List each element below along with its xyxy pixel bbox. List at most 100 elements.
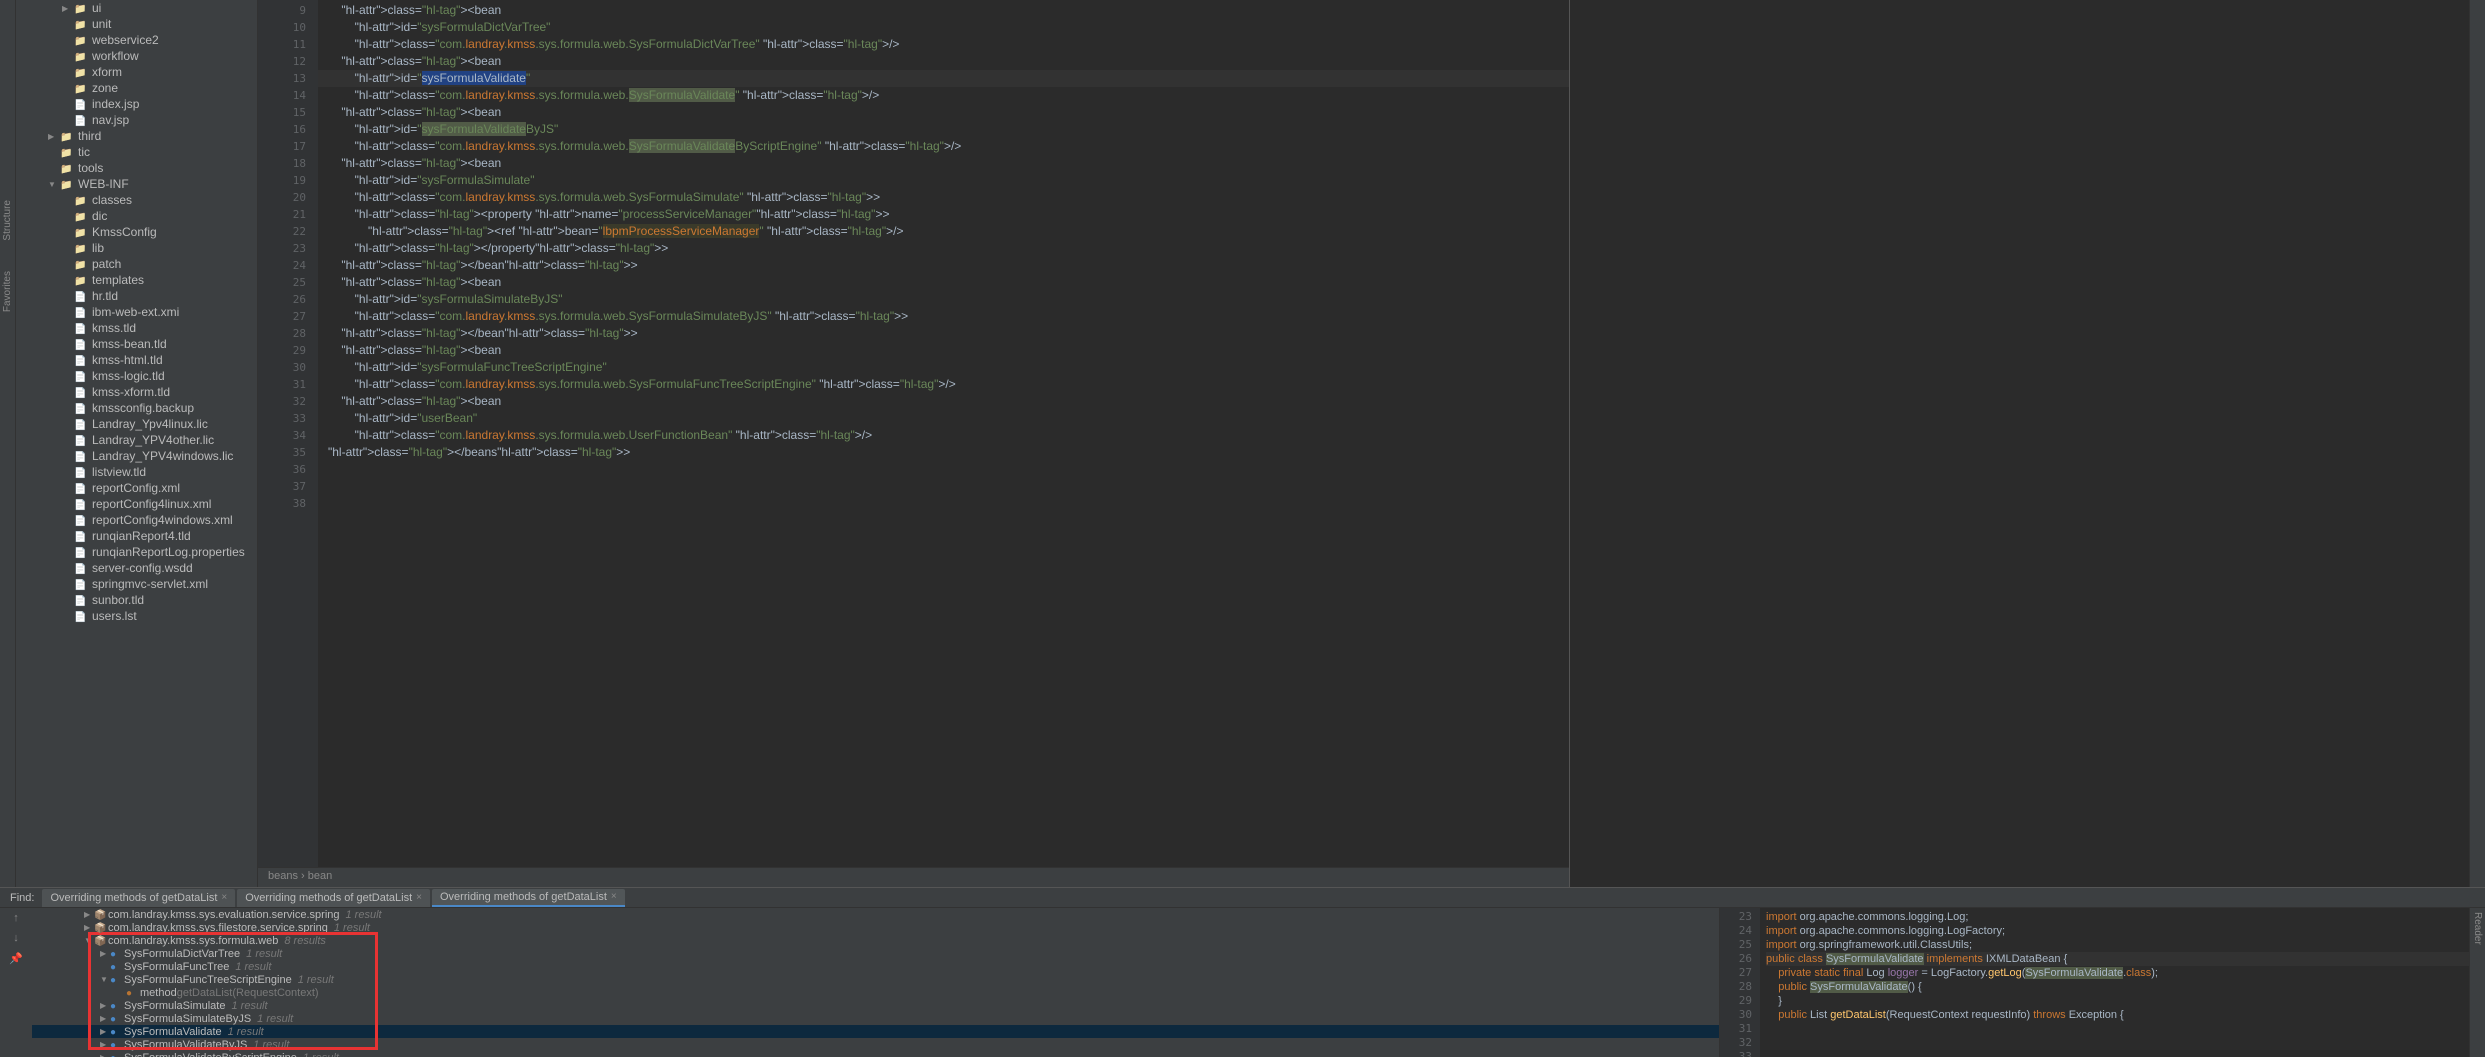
pin-icon[interactable]: 📌 — [9, 952, 23, 965]
tool-window-bar-left[interactable]: Structure Favorites — [0, 0, 16, 887]
tree-item[interactable]: server-config.wsdd — [16, 560, 257, 576]
find-results[interactable]: ▶com.landray.kmss.sys.evaluation.service… — [32, 908, 1719, 1057]
tree-item[interactable]: dic — [16, 208, 257, 224]
find-result-item[interactable]: ▶SysFormulaValidateByJS1 result — [32, 1038, 1719, 1051]
tree-item[interactable]: Landray_Ypv4linux.lic — [16, 416, 257, 432]
find-preview[interactable]: 2324252627282930313233 import org.apache… — [1719, 908, 2469, 1057]
tree-item[interactable]: ▼WEB-INF — [16, 176, 257, 192]
find-tab[interactable]: Overriding methods of getDataList× — [42, 889, 235, 907]
tree-item[interactable]: listview.tld — [16, 464, 257, 480]
tree-item[interactable]: xform — [16, 64, 257, 80]
pkg-icon — [94, 935, 108, 947]
result-count: 1 result — [334, 922, 370, 934]
tree-item[interactable]: lib — [16, 240, 257, 256]
tree-item[interactable]: workflow — [16, 48, 257, 64]
find-result-item[interactable]: ▶com.landray.kmss.sys.filestore.service.… — [32, 921, 1719, 934]
tree-item[interactable]: kmss-xform.tld — [16, 384, 257, 400]
class-icon — [110, 974, 124, 986]
file-icon — [74, 545, 88, 559]
tool-window-bar-right[interactable] — [2469, 0, 2485, 887]
tree-item[interactable]: hr.tld — [16, 288, 257, 304]
tree-item[interactable]: nav.jsp — [16, 112, 257, 128]
arrow-up-icon[interactable]: ↑ — [13, 912, 19, 924]
structure-tool[interactable]: Structure — [2, 200, 13, 241]
tree-item[interactable]: unit — [16, 16, 257, 32]
close-icon[interactable]: × — [416, 892, 422, 903]
editor-gutter: 9101112131415161718192021222324252627282… — [258, 0, 318, 867]
tree-item[interactable]: tic — [16, 144, 257, 160]
tree-item[interactable]: Landray_YPV4windows.lic — [16, 448, 257, 464]
tree-item[interactable]: templates — [16, 272, 257, 288]
breadcrumb-item[interactable]: bean — [308, 870, 332, 882]
tree-item[interactable]: Landray_YPV4other.lic — [16, 432, 257, 448]
editor-code[interactable]: "hl-attr">class="hl-tag"><bean "hl-attr"… — [318, 0, 1569, 867]
tree-item[interactable]: runqianReportLog.properties — [16, 544, 257, 560]
tree-item[interactable]: kmss-html.tld — [16, 352, 257, 368]
tree-item[interactable]: reportConfig4windows.xml — [16, 512, 257, 528]
tree-item[interactable]: runqianReport4.tld — [16, 528, 257, 544]
preview-code[interactable]: import org.apache.commons.logging.Log;im… — [1760, 908, 2469, 1057]
close-icon[interactable]: × — [221, 892, 227, 903]
find-tab[interactable]: Overriding methods of getDataList× — [432, 889, 625, 907]
file-icon — [74, 497, 88, 511]
find-result-item[interactable]: ▼com.landray.kmss.sys.formula.web8 resul… — [32, 934, 1719, 947]
favorites-tool[interactable]: Favorites — [2, 271, 13, 312]
editor[interactable]: 9101112131415161718192021222324252627282… — [258, 0, 1569, 887]
tree-item[interactable]: ibm-web-ext.xmi — [16, 304, 257, 320]
tree-item[interactable]: kmssconfig.backup — [16, 400, 257, 416]
tree-item[interactable]: kmss-logic.tld — [16, 368, 257, 384]
tree-item[interactable]: sunbor.tld — [16, 592, 257, 608]
tree-item[interactable]: classes — [16, 192, 257, 208]
find-panel[interactable]: Find: Overriding methods of getDataList×… — [0, 887, 2485, 1057]
tree-item[interactable]: reportConfig4linux.xml — [16, 496, 257, 512]
folder-icon — [60, 177, 74, 191]
tree-item[interactable]: kmss.tld — [16, 320, 257, 336]
tree-item[interactable]: tools — [16, 160, 257, 176]
result-count: 1 result — [228, 1026, 264, 1038]
tree-label: lib — [92, 241, 104, 255]
pkg-icon — [94, 922, 108, 934]
tree-item[interactable]: patch — [16, 256, 257, 272]
project-tree[interactable]: ▶uiunitwebservice2workflowxformzoneindex… — [16, 0, 258, 887]
tree-item[interactable]: ▶third — [16, 128, 257, 144]
arrow-down-icon[interactable]: ↓ — [13, 932, 19, 944]
pkg-icon — [94, 909, 108, 921]
breadcrumb[interactable]: beans › bean — [258, 867, 1569, 887]
tree-label: springmvc-servlet.xml — [92, 577, 208, 591]
file-icon — [74, 417, 88, 431]
tree-item[interactable]: springmvc-servlet.xml — [16, 576, 257, 592]
tree-item[interactable]: KmssConfig — [16, 224, 257, 240]
tree-item[interactable]: zone — [16, 80, 257, 96]
tree-item[interactable]: index.jsp — [16, 96, 257, 112]
tree-item[interactable]: reportConfig.xml — [16, 480, 257, 496]
class-icon — [110, 948, 124, 960]
find-result-item[interactable]: ▶com.landray.kmss.sys.evaluation.service… — [32, 908, 1719, 921]
tree-label: kmss-html.tld — [92, 353, 163, 367]
find-result-item[interactable]: ▶SysFormulaValidate1 result — [32, 1025, 1719, 1038]
find-result-item[interactable]: ▶SysFormulaDictVarTree1 result — [32, 947, 1719, 960]
find-result-item[interactable]: ▼SysFormulaFuncTreeScriptEngine1 result — [32, 973, 1719, 986]
find-result-item[interactable]: ▶SysFormulaSimulateByJS1 result — [32, 1012, 1719, 1025]
close-icon[interactable]: × — [611, 891, 617, 902]
find-result-item[interactable]: SysFormulaFuncTree1 result — [32, 960, 1719, 973]
tree-item[interactable]: ▶ui — [16, 0, 257, 16]
tree-item[interactable]: webservice2 — [16, 32, 257, 48]
tree-item[interactable]: users.lst — [16, 608, 257, 624]
reader-mode-label[interactable]: Reader — [2472, 912, 2483, 945]
tree-label: tools — [78, 161, 103, 175]
tree-label: runqianReport4.tld — [92, 529, 191, 543]
result-count: 1 result — [253, 1039, 289, 1051]
breadcrumb-item[interactable]: beans — [268, 870, 298, 882]
tree-label: kmss-bean.tld — [92, 337, 167, 351]
find-result-item[interactable]: method getDataList(RequestContext) — [32, 986, 1719, 999]
find-tabs-bar[interactable]: Find: Overriding methods of getDataList×… — [0, 888, 2485, 908]
file-icon — [74, 97, 88, 111]
tree-label: Landray_YPV4windows.lic — [92, 449, 233, 463]
find-result-item[interactable]: ▶SysFormulaValidateByScriptEngine1 resul… — [32, 1051, 1719, 1057]
find-toolbar[interactable]: ↑ ↓ 📌 — [0, 908, 32, 1057]
editor-split-right[interactable] — [1569, 0, 2469, 887]
tree-item[interactable]: kmss-bean.tld — [16, 336, 257, 352]
find-tab[interactable]: Overriding methods of getDataList× — [237, 889, 430, 907]
find-result-item[interactable]: ▶SysFormulaSimulate1 result — [32, 999, 1719, 1012]
tree-label: hr.tld — [92, 289, 118, 303]
